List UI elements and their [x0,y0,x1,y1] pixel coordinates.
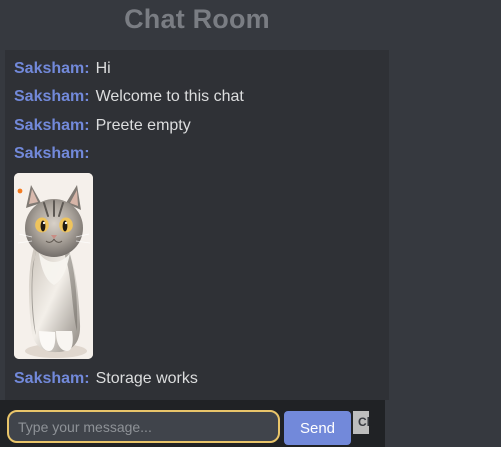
message-sender: Saksham: [14,60,90,77]
page-title: Chat Room [124,4,270,34]
message-text: Welcome to this chat [95,88,244,105]
cat-image [14,173,93,359]
message-input[interactable] [7,410,280,443]
message-sender: Saksham: [14,370,90,387]
message-list[interactable]: Saksham: Hi Saksham: Welcome to this chat … [5,50,389,400]
chat-header: Chat Room [5,0,389,50]
message-item: Saksham: Hi [14,60,111,78]
message-item: Saksham: Welcome to this chat [14,88,244,106]
message-sender: Saksham: [14,145,90,162]
message-area-edge [369,374,389,400]
message-input-bar: Send Cl [0,400,385,450]
message-text: Preete empty [95,117,191,134]
clear-button[interactable]: Cl [353,411,369,434]
message-sender: Saksham: [14,88,90,105]
message-item: Saksham: Storage works [14,370,198,388]
cat-illustration [14,173,93,359]
message-item: Saksham: Preete empty [14,117,191,135]
message-sender: Saksham: [14,117,90,134]
chat-page: Chat Room Saksham: Hi Saksham: Welcome to … [0,0,501,450]
message-item: Saksham: [14,145,96,163]
message-text: Hi [95,60,111,77]
send-button[interactable]: Send [284,411,351,445]
message-text: Storage works [95,370,198,387]
